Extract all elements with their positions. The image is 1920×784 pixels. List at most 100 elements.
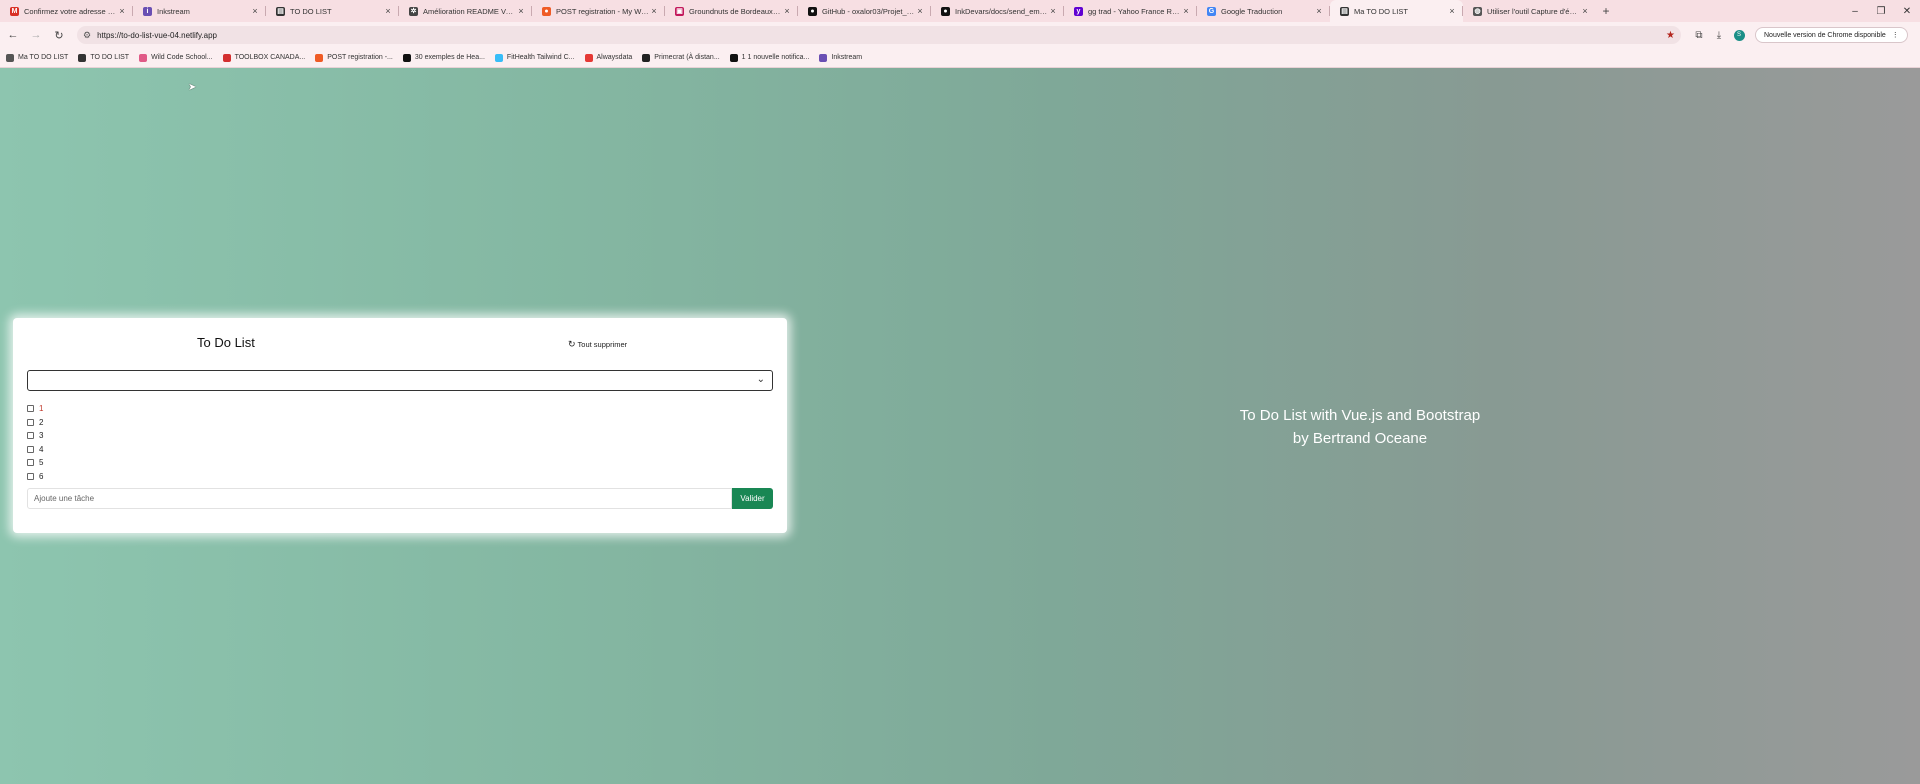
extensions-icon[interactable]: ⧉ [1689,25,1709,45]
page-title: To Do List [197,335,255,350]
browser-tab[interactable]: i Inkstream × [133,0,266,22]
update-chrome-button[interactable]: Nouvelle version de Chrome disponible ⋮ [1755,27,1908,43]
page-viewport: ➤ To Do List ↻ Tout supprimer ⌄ 1 2 3 4 5 6 V… [0,68,1920,784]
browser-tab[interactable]: ✲ Amélioration README Vue.js × [399,0,532,22]
close-tab-icon[interactable]: × [1314,6,1324,16]
address-bar[interactable]: ⚙ https://to-do-list-vue-04.netlify.app … [77,26,1681,44]
browser-tab[interactable]: ▤ TO DO LIST × [266,0,399,22]
list-item: 3 [27,429,43,443]
browser-tab[interactable]: ▤ Ma TO DO LIST × [1330,0,1463,22]
tab-title: GitHub - oxalor03/Projet_Perso [822,6,915,16]
browser-tab[interactable]: ▣ Groundnuts de Bordeaux - Annonces× [665,0,798,22]
url-text[interactable]: https://to-do-list-vue-04.netlify.app [97,31,1666,40]
close-window-icon[interactable]: ✕ [1894,0,1920,22]
reload-icon[interactable]: ↻ [49,25,69,45]
close-tab-icon[interactable]: × [1447,6,1457,16]
close-tab-icon[interactable]: × [1048,6,1058,16]
bookmark-label: Ma TO DO LIST [18,54,69,61]
bookmark-item[interactable]: Inkstream [819,53,862,62]
bookmark-label: 30 exemples de Hea... [414,54,485,61]
bookmark-label: 1 1 nouvelle notifica... [741,54,810,61]
todo-checkbox[interactable] [27,472,34,480]
browser-tab[interactable]: ● POST registration - My Workspace× [532,0,665,22]
tab-title: TO DO LIST [290,6,332,16]
site-info-icon[interactable]: ⚙ [83,30,91,41]
todo-label: 5 [39,458,44,468]
github-icon [729,53,738,62]
browser-tab[interactable]: y gg trad - Yahoo France Résultats× [1064,0,1197,22]
minimize-icon[interactable]: – [1842,0,1868,22]
list-item: 5 [27,456,43,470]
todo-label: 4 [39,444,44,454]
more-menu-icon[interactable]: ⋮ [1892,31,1899,39]
close-tab-icon[interactable]: × [250,6,260,16]
bookmark-item[interactable]: Ma TO DO LIST [6,53,69,62]
update-chip-label: Nouvelle version de Chrome disponible [1764,31,1886,39]
browser-tab[interactable]: M Confirmez votre adresse email × [0,0,133,22]
delete-all-button[interactable]: ↻ Tout supprimer [568,339,627,350]
new-tab-button[interactable]: + [1596,0,1616,22]
bookmark-label: TO DO LIST [90,54,130,61]
bookmark-item[interactable]: Alwaysdata [584,53,633,62]
browser-tab[interactable]: ● GitHub - oxalor03/Projet_Perso× [798,0,931,22]
todo-label: 6 [39,471,44,481]
browser-tab[interactable]: G Google Traduction × [1197,0,1330,22]
todo-list: 1 2 3 4 5 6 [27,402,43,483]
credit-text: To Do List with Vue.js and Bootstrap by … [1160,404,1560,450]
bookmark-item[interactable]: TO DO LIST [78,53,130,62]
bookmark-item[interactable]: 1 1 nouvelle notifica... [729,53,810,62]
todo-label: 3 [39,431,44,441]
browser-tab[interactable]: ● InkDevars/docs/send_email_form× [931,0,1064,22]
tab-title: POST registration - My Workspace [556,6,649,16]
openai-icon: ✲ [409,6,418,16]
add-task-input[interactable] [27,488,732,509]
close-tab-icon[interactable]: × [516,6,526,16]
todo-checkbox[interactable] [27,445,34,453]
bookmark-item[interactable]: 30 exemples de Hea... [402,53,485,62]
todo-checkbox[interactable] [27,405,34,413]
back-icon[interactable]: ← [3,25,23,45]
close-tab-icon[interactable]: × [915,6,925,16]
todo-checkbox[interactable] [27,432,34,440]
bookmark-label: Wild Code School... [151,54,213,61]
wcs-icon [139,53,148,62]
bookmark-item[interactable]: POST registration -... [315,53,393,62]
todo-label: 1 [39,404,44,414]
bookmark-label: POST registration -... [327,54,393,61]
todo-card: To Do List ↻ Tout supprimer ⌄ 1 2 3 4 5 6 Val… [13,318,787,533]
bookmark-label: Alwaysdata [596,54,633,61]
profile-button[interactable]: S [1729,25,1749,45]
todo-label: 2 [39,417,44,427]
todo-checkbox[interactable] [27,459,34,467]
bookmark-item[interactable]: Primecrat (À distan... [642,53,720,62]
maximize-icon[interactable]: ❐ [1868,0,1894,22]
bookmark-item[interactable]: Wild Code School... [139,53,213,62]
tab-title: Utiliser l'outil Capture d'écran [1487,6,1580,16]
todo-checkbox[interactable] [27,418,34,426]
download-icon[interactable]: ⤓ [1709,25,1729,45]
close-tab-icon[interactable]: × [649,6,659,16]
list-item: 6 [27,470,43,484]
yahoo-icon: y [1074,6,1083,16]
tab-title: Confirmez votre adresse email [24,6,117,16]
bookmarks-bar: Ma TO DO LIST TO DO LIST Wild Code School.… [0,48,1920,68]
close-tab-icon[interactable]: × [1580,6,1590,16]
postman-icon: ● [542,6,551,16]
filter-select[interactable]: ⌄ [27,370,773,391]
close-tab-icon[interactable]: × [1181,6,1191,16]
submit-button[interactable]: Valider [732,488,773,509]
bookmark-item[interactable]: FitHealth Tailwind C... [494,53,575,62]
tab-title: Amélioration README Vue.js [423,6,516,16]
forward-icon[interactable]: → [26,25,46,45]
browser-tab[interactable]: ◍ Utiliser l'outil Capture d'écran × [1463,0,1596,22]
bookmark-star-icon[interactable]: ★ [1666,30,1675,41]
bookmark-item[interactable]: TOOLBOX CANADA... [222,53,305,62]
close-tab-icon[interactable]: × [383,6,393,16]
close-tab-icon[interactable]: × [782,6,792,16]
tab-title: Google Traduction [1221,6,1283,16]
doc-icon [6,53,14,62]
close-tab-icon[interactable]: × [117,6,127,16]
delete-all-label: Tout supprimer [577,340,628,349]
groundnuts-icon: ▣ [675,6,684,16]
list-item: 4 [27,443,43,457]
